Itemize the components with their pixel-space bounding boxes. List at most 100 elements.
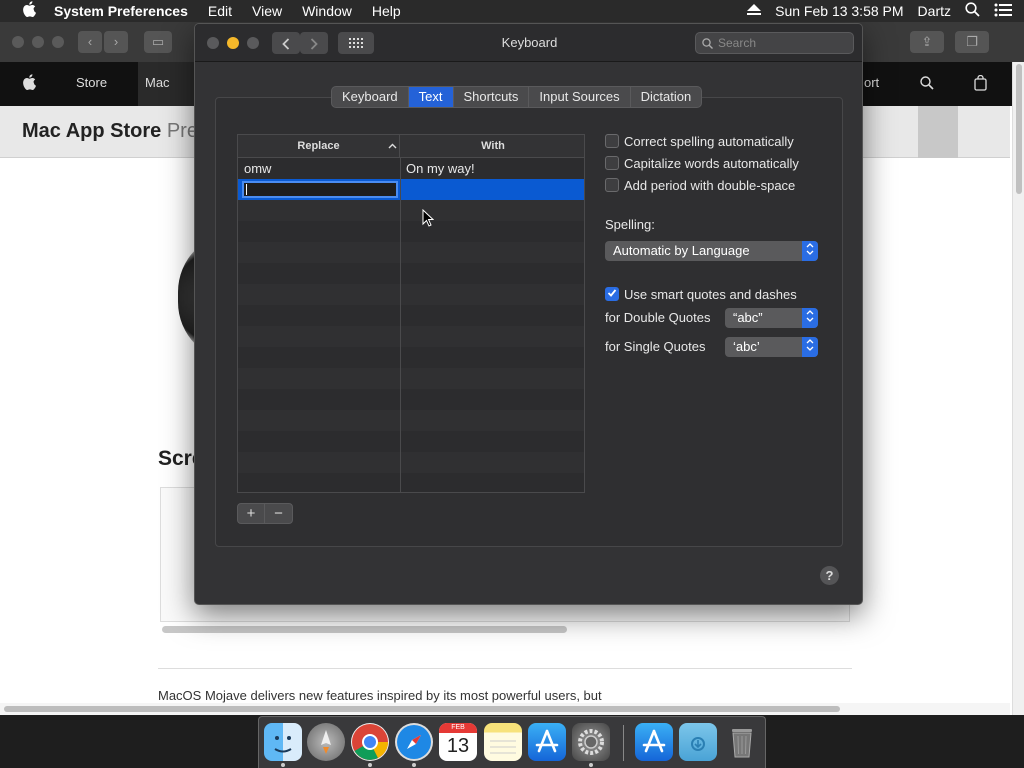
back-button[interactable] bbox=[272, 32, 300, 54]
tab-text[interactable]: Text bbox=[408, 87, 454, 107]
tab-shortcuts[interactable]: Shortcuts bbox=[454, 87, 530, 107]
calendar-icon[interactable]: FEB 13 bbox=[439, 723, 477, 761]
close-button[interactable] bbox=[207, 37, 219, 49]
tab-input-sources[interactable]: Input Sources bbox=[529, 87, 631, 107]
safari-icon[interactable] bbox=[395, 723, 433, 761]
subnav-button[interactable] bbox=[918, 106, 958, 158]
preferences-search-field[interactable]: Search bbox=[695, 32, 854, 54]
checkmark-icon bbox=[607, 289, 617, 297]
table-row-empty[interactable] bbox=[238, 200, 584, 221]
trash-icon[interactable] bbox=[723, 723, 761, 761]
app-store-downloads-icon[interactable] bbox=[635, 723, 673, 761]
nav-store[interactable]: Store bbox=[76, 75, 107, 90]
correct-spelling-option[interactable]: Correct spelling automatically bbox=[605, 132, 794, 150]
spotlight-search-icon[interactable] bbox=[965, 2, 980, 20]
browser-share-icon[interactable]: ⇪ bbox=[910, 31, 944, 53]
menu-window[interactable]: Window bbox=[302, 3, 352, 19]
add-remove-control: + − bbox=[237, 503, 293, 524]
minimize-button[interactable] bbox=[227, 37, 239, 49]
browser-minimize-button[interactable] bbox=[32, 36, 44, 48]
table-row-empty[interactable] bbox=[238, 263, 584, 284]
double-quotes-label: for Double Quotes bbox=[605, 310, 711, 325]
menu-edit[interactable]: Edit bbox=[208, 3, 232, 19]
correct-spelling-checkbox[interactable] bbox=[605, 134, 619, 148]
show-all-grid-button[interactable] bbox=[338, 32, 374, 54]
column-header-replace[interactable]: Replace bbox=[238, 135, 400, 158]
app-store-icon[interactable] bbox=[528, 723, 566, 761]
single-quotes-popup[interactable]: ‘abc’ bbox=[725, 337, 818, 357]
running-indicator bbox=[368, 763, 372, 767]
capitalize-words-checkbox[interactable] bbox=[605, 156, 619, 170]
browser-sidebar-icon[interactable]: ▭ bbox=[144, 31, 172, 53]
search-icon bbox=[702, 33, 713, 53]
page-scroll-thumb[interactable] bbox=[1016, 64, 1022, 194]
clock[interactable]: Sun Feb 13 3:58 PM bbox=[775, 3, 903, 19]
smart-quotes-option[interactable]: Use smart quotes and dashes bbox=[605, 285, 797, 303]
finder-icon[interactable] bbox=[264, 723, 302, 761]
table-row-empty[interactable] bbox=[238, 305, 584, 326]
table-row-empty[interactable] bbox=[238, 326, 584, 347]
system-preferences-icon[interactable] bbox=[572, 723, 610, 761]
table-row-selected[interactable] bbox=[238, 179, 584, 200]
shopping-bag-icon[interactable] bbox=[974, 74, 987, 94]
search-placeholder: Search bbox=[718, 36, 757, 50]
add-period-option[interactable]: Add period with double-space bbox=[605, 176, 795, 194]
browser-tabs-icon[interactable]: ❐ bbox=[955, 31, 989, 53]
zoom-button[interactable] bbox=[247, 37, 259, 49]
nav-support[interactable]: ort bbox=[864, 75, 879, 90]
table-row-empty[interactable] bbox=[238, 389, 584, 410]
page-horizontal-scrollbar[interactable] bbox=[0, 703, 1010, 715]
remove-replacement-button[interactable]: − bbox=[265, 504, 292, 523]
page-hscroll-thumb[interactable] bbox=[4, 706, 840, 712]
eject-icon[interactable] bbox=[747, 3, 762, 19]
table-row-empty[interactable] bbox=[238, 431, 584, 452]
calendar-day: 13 bbox=[446, 735, 470, 757]
table-row-empty[interactable] bbox=[238, 242, 584, 263]
table-row-empty[interactable] bbox=[238, 452, 584, 473]
notes-icon[interactable] bbox=[484, 723, 522, 761]
smart-quotes-checkbox[interactable] bbox=[605, 287, 619, 301]
double-quotes-popup[interactable]: “abc” bbox=[725, 308, 818, 328]
page-vertical-scrollbar[interactable] bbox=[1012, 62, 1024, 715]
browser-close-button[interactable] bbox=[12, 36, 24, 48]
browser-forward-icon[interactable]: › bbox=[104, 31, 128, 53]
column-header-with[interactable]: With bbox=[401, 135, 584, 158]
table-row-empty[interactable] bbox=[238, 284, 584, 305]
table-row[interactable]: omw On my way! bbox=[238, 158, 584, 179]
site-search-icon[interactable] bbox=[920, 76, 934, 93]
menu-view[interactable]: View bbox=[252, 3, 282, 19]
apple-logo-icon[interactable] bbox=[22, 74, 36, 93]
content-divider bbox=[158, 668, 852, 669]
table-row-empty[interactable] bbox=[238, 347, 584, 368]
downloads-folder-icon[interactable] bbox=[679, 723, 717, 761]
table-row-empty[interactable] bbox=[238, 410, 584, 431]
add-replacement-button[interactable]: + bbox=[238, 504, 266, 523]
tab-dictation[interactable]: Dictation bbox=[631, 87, 702, 107]
browser-back-icon[interactable]: ‹ bbox=[78, 31, 102, 53]
subnav-title-bold: Mac App Store bbox=[22, 120, 162, 142]
browser-zoom-button[interactable] bbox=[52, 36, 64, 48]
menu-help[interactable]: Help bbox=[372, 3, 401, 19]
apple-menu-icon[interactable] bbox=[20, 0, 38, 22]
table-row-empty[interactable] bbox=[238, 473, 584, 492]
launchpad-icon[interactable] bbox=[307, 723, 345, 761]
with-cell[interactable]: On my way! bbox=[406, 158, 475, 179]
forward-button[interactable] bbox=[300, 32, 328, 54]
user-name[interactable]: Dartz bbox=[918, 3, 951, 19]
add-period-checkbox[interactable] bbox=[605, 178, 619, 192]
chrome-icon[interactable] bbox=[351, 723, 389, 761]
tab-keyboard[interactable]: Keyboard bbox=[332, 87, 409, 107]
menu-app-name[interactable]: System Preferences bbox=[54, 3, 188, 19]
text-caret bbox=[246, 184, 247, 195]
gallery-scrollbar[interactable] bbox=[162, 626, 567, 633]
table-row-empty[interactable] bbox=[238, 368, 584, 389]
help-button[interactable]: ? bbox=[820, 566, 839, 585]
spelling-popup[interactable]: Automatic by Language bbox=[605, 241, 818, 261]
table-row-empty[interactable] bbox=[238, 221, 584, 242]
capitalize-words-label: Capitalize words automatically bbox=[624, 155, 799, 171]
nav-mac[interactable]: Mac bbox=[145, 75, 170, 90]
replace-cell[interactable]: omw bbox=[244, 158, 271, 179]
notification-center-icon[interactable] bbox=[994, 3, 1012, 20]
replace-edit-field[interactable] bbox=[242, 181, 398, 198]
capitalize-words-option[interactable]: Capitalize words automatically bbox=[605, 154, 799, 172]
